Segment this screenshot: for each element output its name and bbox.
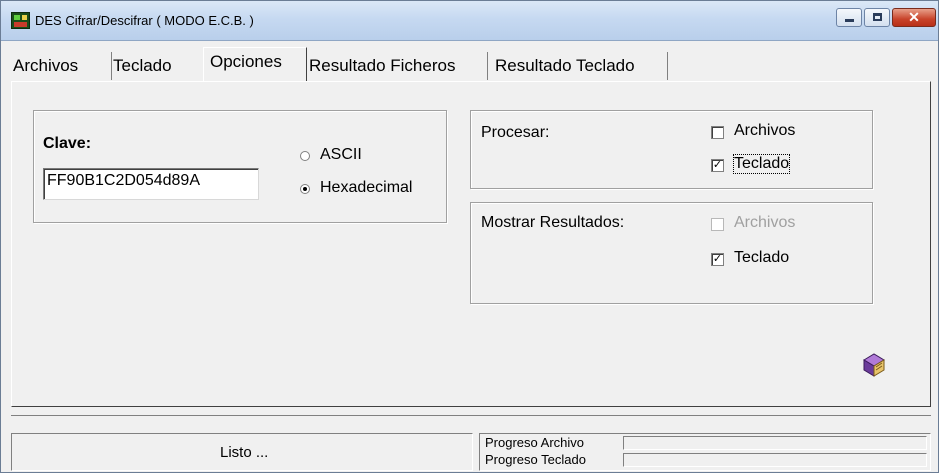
tab-resultado-teclado[interactable]: Resultado Teclado — [495, 52, 668, 80]
hexadecimal-radio[interactable] — [300, 184, 310, 194]
minimize-button[interactable] — [836, 8, 862, 27]
mostrar-teclado-label[interactable]: Teclado — [734, 249, 789, 267]
procesar-archivos-checkbox[interactable] — [711, 126, 724, 139]
clave-input[interactable]: FF90B1C2D054d89A — [43, 168, 259, 200]
mostrar-archivos-checkbox — [711, 218, 724, 231]
procesar-archivos-label[interactable]: Archivos — [734, 122, 795, 140]
book-icon[interactable] — [860, 352, 886, 378]
app-window: DES Cifrar/Descifrar ( MODO E.C.B. ) ✕ A… — [0, 0, 939, 473]
clave-value: FF90B1C2D054d89A — [47, 172, 200, 189]
progress-panel: Progreso Archivo Progreso Teclado — [479, 433, 931, 471]
status-text: Listo ... — [220, 444, 269, 461]
mostrar-archivos-label: Archivos — [734, 214, 796, 231]
procesar-teclado-label[interactable]: Teclado — [732, 154, 791, 174]
progreso-teclado-bar — [623, 453, 927, 467]
mostrar-teclado-checkbox[interactable]: ✓ — [711, 253, 724, 266]
tab-opciones[interactable]: Opciones — [203, 47, 307, 81]
close-icon: ✕ — [908, 9, 920, 25]
minimize-icon — [845, 19, 854, 22]
procesar-group — [470, 110, 873, 189]
progreso-teclado-label: Progreso Teclado — [485, 452, 586, 467]
procesar-teclado-checkbox[interactable]: ✓ — [711, 159, 724, 172]
maximize-icon — [873, 13, 882, 21]
ascii-radio[interactable] — [300, 151, 310, 161]
tab-resultado-ficheros[interactable]: Resultado Ficheros — [309, 52, 488, 80]
status-bar: Listo ... Progreso Archivo Progreso Tecl… — [11, 415, 931, 472]
title-bar[interactable]: DES Cifrar/Descifrar ( MODO E.C.B. ) ✕ — [1, 1, 938, 41]
close-button[interactable]: ✕ — [892, 8, 936, 27]
progreso-archivo-bar — [623, 436, 927, 450]
window-title: DES Cifrar/Descifrar ( MODO E.C.B. ) — [35, 13, 254, 28]
hexadecimal-radio-label[interactable]: Hexadecimal — [320, 179, 412, 197]
mostrar-resultados-label: Mostrar Resultados: — [481, 214, 625, 231]
progreso-archivo-label: Progreso Archivo — [485, 435, 584, 450]
procesar-label: Procesar: — [481, 124, 550, 141]
app-icon[interactable] — [11, 12, 30, 29]
ascii-radio-label[interactable]: ASCII — [320, 146, 362, 164]
clave-group — [33, 110, 447, 223]
clave-label: Clave: — [43, 135, 92, 152]
tab-teclado[interactable]: Teclado — [113, 52, 199, 80]
status-panel: Listo ... — [11, 433, 473, 471]
tab-archivos[interactable]: Archivos — [9, 52, 112, 80]
maximize-button[interactable] — [864, 8, 890, 27]
